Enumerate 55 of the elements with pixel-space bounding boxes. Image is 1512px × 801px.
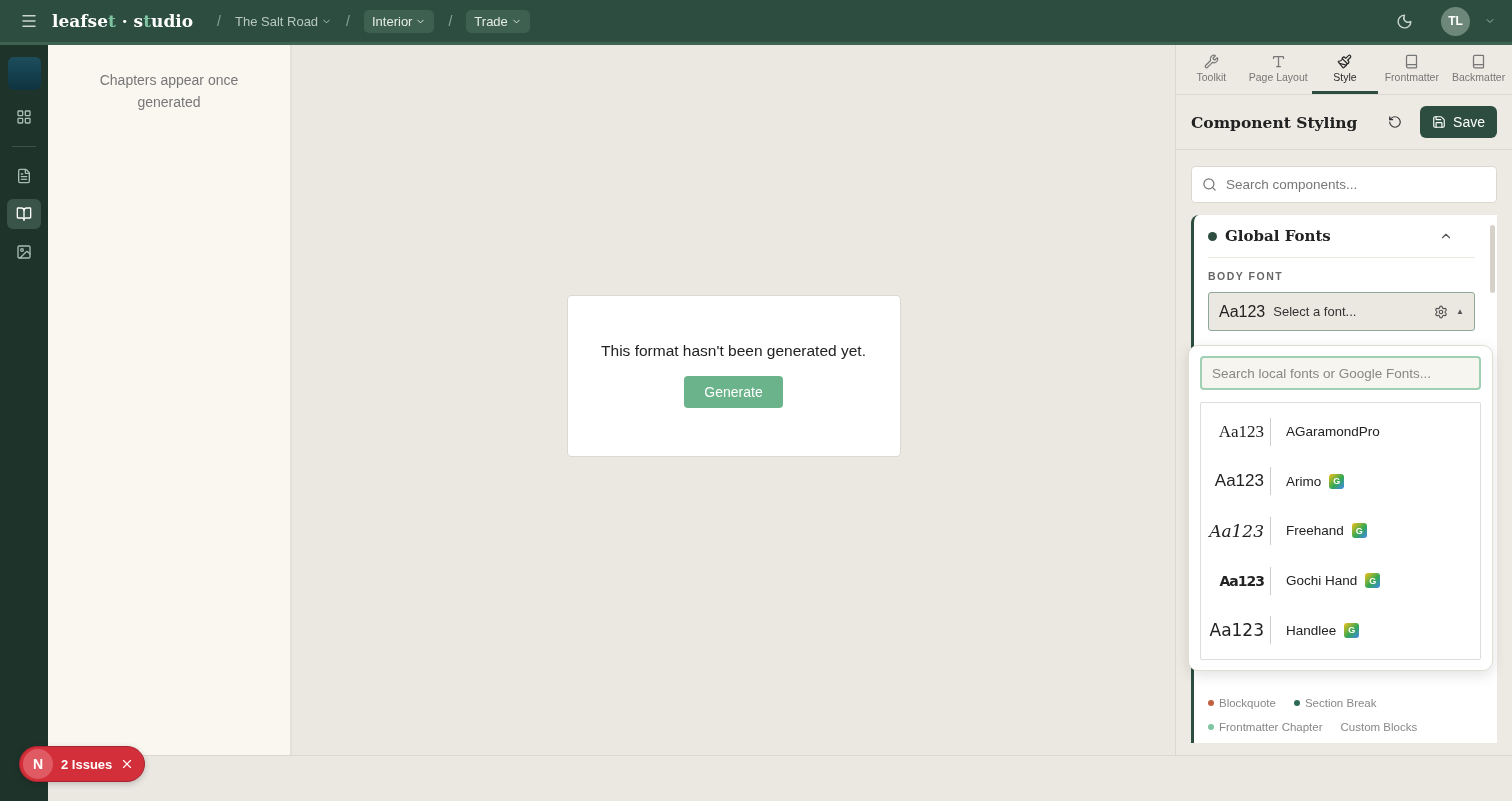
font-option[interactable]: Aa123 AGaramondPro: [1201, 409, 1480, 454]
legend-label: Blockquote: [1219, 697, 1276, 709]
grid-icon: [16, 109, 32, 125]
caret-icon: ▲: [1456, 307, 1464, 316]
google-badge: G: [1351, 523, 1367, 539]
scrollbar: [1490, 225, 1495, 293]
panel-title: Component Styling: [1191, 112, 1359, 132]
document-icon: [16, 168, 32, 184]
rail-button[interactable]: [7, 199, 41, 229]
settings-icon: [1434, 304, 1449, 319]
field-label: BODY FONT: [1208, 270, 1285, 282]
empty-chapters-text: Chapters appear once generated: [98, 71, 240, 112]
reset-button[interactable]: [1388, 115, 1403, 129]
image-icon: [16, 244, 32, 260]
empty-state-message: This format hasn't been generated yet.: [601, 342, 866, 360]
book-icon: [1471, 53, 1487, 69]
font-option[interactable]: Aa123 Handlee G: [1201, 608, 1480, 653]
font-option[interactable]: Aa123 Arimo G: [1201, 459, 1480, 504]
user-avatar[interactable]: TL: [1441, 6, 1470, 36]
brush-icon: [1337, 53, 1353, 69]
save-icon: [1432, 115, 1447, 129]
book-icon: [1404, 53, 1420, 69]
section-dot: [1208, 231, 1217, 241]
search-field[interactable]: Search components...: [1191, 166, 1497, 203]
dark-mode-button[interactable]: [1396, 12, 1413, 30]
logo: leafset · studio: [52, 11, 194, 31]
legend-label: Custom Blocks: [1340, 721, 1418, 733]
book-cover-thumbnail[interactable]: [7, 57, 41, 90]
wrench-icon: [1203, 53, 1219, 69]
save-button[interactable]: Save: [1420, 106, 1497, 138]
panel-tab[interactable]: Toolkit: [1178, 45, 1245, 94]
section-header[interactable]: Global Fonts: [1208, 215, 1475, 258]
google-badge: G: [1329, 473, 1345, 489]
panel-tab[interactable]: Frontmatter: [1378, 45, 1446, 94]
issues-button[interactable]: N 2 Issues: [19, 746, 146, 782]
font-option[interactable]: Aa123 Freehand G: [1201, 509, 1480, 553]
google-badge: G: [1365, 573, 1381, 589]
font-search-field[interactable]: Search local fonts or Google Fonts...: [1200, 356, 1481, 390]
font-option[interactable]: Aa123 Gochi Hand G: [1201, 558, 1480, 603]
panel-tab[interactable]: Page Layout: [1244, 45, 1312, 94]
breadcrumb-dropdown[interactable]: The Salt Road: [235, 9, 333, 33]
breadcrumb-dropdown[interactable]: Interior: [364, 9, 435, 33]
panel-tab[interactable]: Style: [1311, 45, 1379, 94]
menu-button[interactable]: [20, 12, 38, 30]
breadcrumb-dropdown[interactable]: Trade: [466, 9, 530, 33]
panel-tab[interactable]: Backmatter: [1445, 45, 1512, 94]
book-icon: [16, 206, 32, 222]
text-icon: [1270, 53, 1286, 69]
breadcrumb-separator: /: [217, 13, 221, 29]
legend-label: Section Break: [1304, 697, 1377, 709]
breadcrumb-separator: /: [448, 13, 453, 29]
legend-label: Frontmatter Chapter: [1219, 721, 1323, 733]
google-badge: G: [1344, 622, 1360, 638]
font-select[interactable]: Aa123 Select a font... ▲: [1208, 292, 1475, 331]
breadcrumb-separator: /: [346, 13, 350, 29]
